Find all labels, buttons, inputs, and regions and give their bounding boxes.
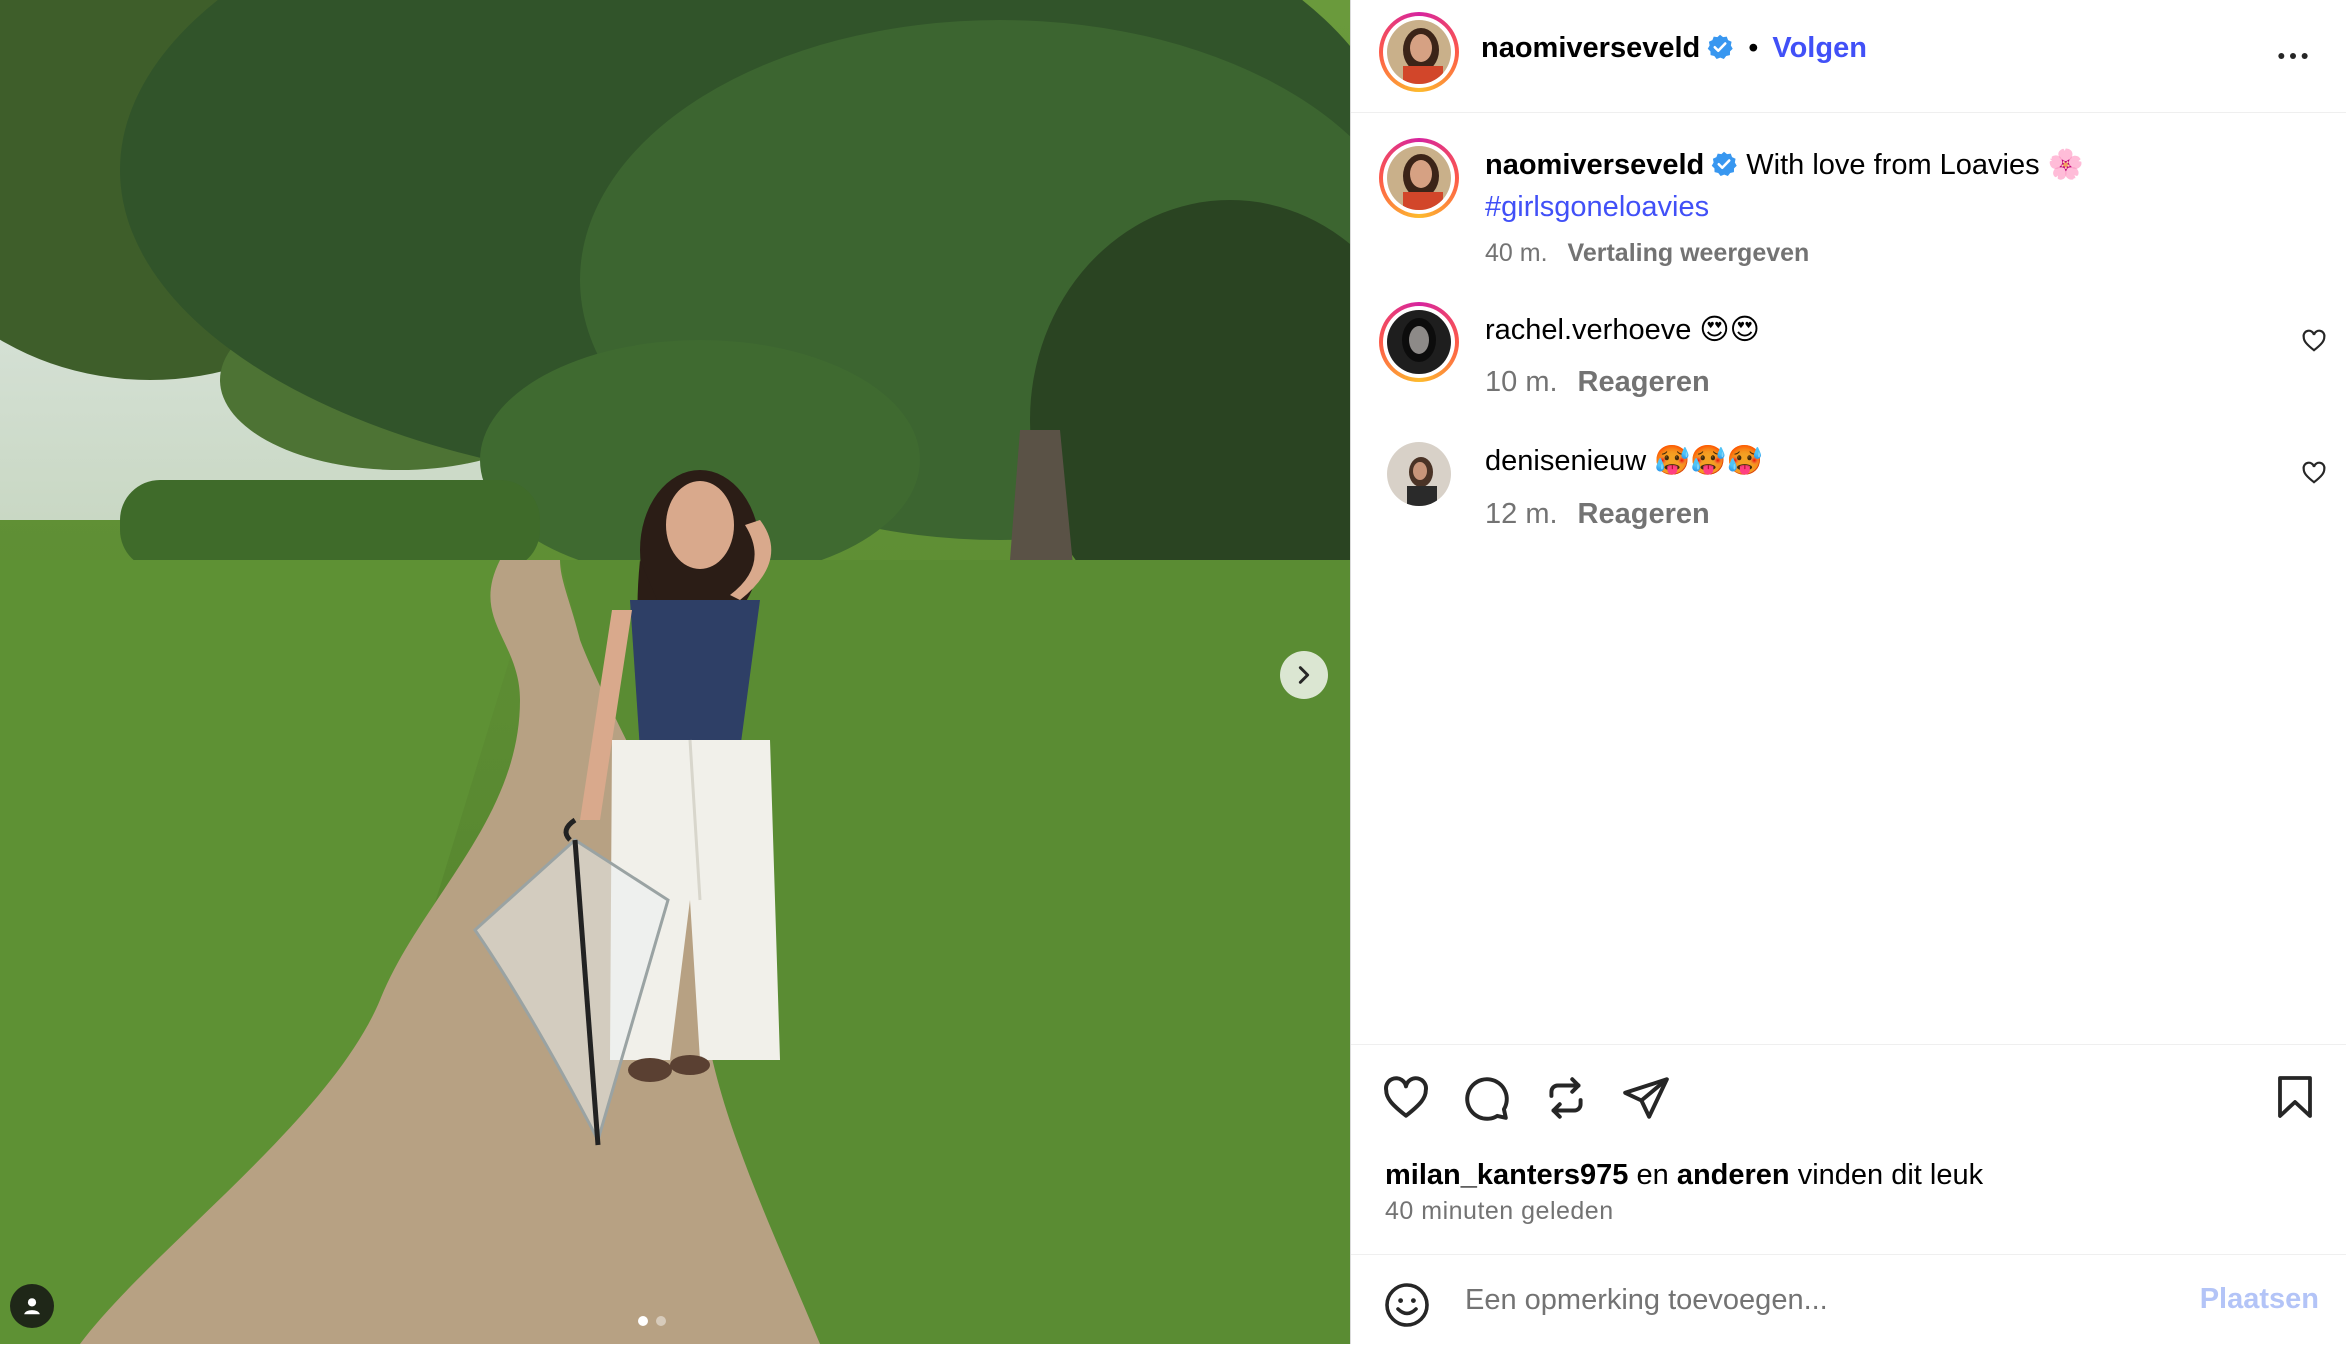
likes-suffix: vinden dit leuk — [1797, 1159, 1984, 1191]
post-action-bar: milan_kanters975 en anderen vinden dit l… — [1351, 1044, 2346, 1257]
comment-avatar[interactable] — [1387, 442, 1451, 506]
comment-time: 12 m. — [1485, 498, 1558, 530]
share-button[interactable] — [1621, 1073, 1671, 1128]
comment-button[interactable] — [1461, 1073, 1511, 1128]
comment-like-button[interactable] — [2301, 460, 2327, 491]
like-button[interactable] — [1381, 1073, 1431, 1128]
heart-icon — [2302, 461, 2326, 484]
repost-button[interactable] — [1541, 1073, 1591, 1128]
more-options-button[interactable] — [2273, 36, 2313, 81]
comment-avatar-image — [1387, 310, 1451, 374]
caption-avatar-image — [1387, 146, 1451, 210]
caption-username[interactable]: naomiverseveld — [1485, 149, 1704, 181]
heart-icon — [2302, 329, 2326, 352]
post-timestamp: 40 minuten geleden — [1385, 1197, 1614, 1225]
comment-username[interactable]: rachel.verhoeve — [1485, 314, 1691, 346]
comment-username[interactable]: denisenieuw — [1485, 445, 1646, 477]
follow-button[interactable]: Volgen — [1772, 32, 1867, 64]
comment-avatar[interactable] — [1379, 302, 1459, 382]
carousel-dot-active — [638, 1316, 648, 1326]
reply-button[interactable]: Reageren — [1578, 366, 1710, 398]
comment-icon — [1465, 1077, 1509, 1121]
author-avatar-image — [1387, 20, 1451, 84]
likes-summary: milan_kanters975 en anderen vinden dit l… — [1385, 1159, 1983, 1192]
post-caption: naomiverseveld With love from Loavies 🌸 … — [1485, 146, 2305, 272]
comment-like-button[interactable] — [2301, 328, 2327, 359]
caption-avatar[interactable] — [1379, 138, 1459, 218]
emoji-picker-button[interactable] — [1383, 1281, 1431, 1334]
verified-badge-icon — [1710, 150, 1738, 188]
chevron-right-icon — [1298, 666, 1310, 684]
emoji-icon — [1385, 1283, 1429, 1327]
comment-composer: Plaatsen — [1351, 1254, 2346, 1345]
user-tag-icon — [24, 1298, 40, 1315]
caption-hashtag[interactable]: #girlsgoneloavies — [1485, 191, 1709, 223]
likes-connector: en — [1636, 1159, 1669, 1191]
save-button[interactable] — [2271, 1073, 2319, 1126]
heart-icon — [1384, 1076, 1428, 1118]
repost-icon — [1549, 1077, 1583, 1119]
comment-text: 🥵🥵🥵 — [1654, 445, 1763, 477]
author-avatar[interactable] — [1379, 12, 1459, 92]
tagged-users-button[interactable] — [10, 1284, 54, 1328]
translate-button[interactable]: Vertaling weergeven — [1568, 239, 1810, 267]
post-photo[interactable] — [0, 0, 1350, 1344]
post-comment-button[interactable]: Plaatsen — [2200, 1283, 2319, 1316]
likes-others-link[interactable]: anderen — [1677, 1159, 1790, 1191]
carousel-next-button[interactable] — [1280, 651, 1328, 699]
more-options-icon — [2278, 53, 2308, 59]
bookmark-icon — [2278, 1076, 2312, 1118]
caption-text: With love from Loavies 🌸 — [1746, 149, 2084, 181]
post-detail-panel: naomiverseveld • Volgen naomiverseveld W… — [1350, 0, 2346, 1344]
caption-time: 40 m. — [1485, 239, 1548, 267]
post-header: naomiverseveld • Volgen — [1351, 0, 2346, 113]
author-username[interactable]: naomiverseveld — [1481, 32, 1700, 64]
share-icon — [1623, 1077, 1669, 1119]
photo-scene — [0, 0, 1350, 1344]
comment-input[interactable] — [1463, 1275, 2167, 1325]
comment-time: 10 m. — [1485, 366, 1558, 398]
carousel-dot — [656, 1316, 666, 1326]
header-separator: • — [1748, 32, 1759, 64]
verified-badge-icon — [1706, 33, 1734, 66]
carousel-indicator — [638, 1316, 666, 1326]
comment-text: 😍😍 — [1699, 314, 1760, 346]
comment-avatar-image — [1387, 442, 1451, 506]
reply-button[interactable]: Reageren — [1578, 498, 1710, 530]
liker-username[interactable]: milan_kanters975 — [1385, 1159, 1628, 1191]
